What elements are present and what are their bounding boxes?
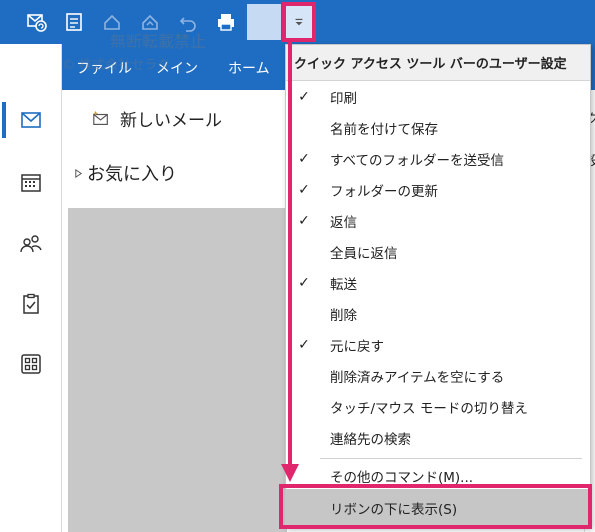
checkmark-icon: ✓ [298,150,310,167]
calendar-icon[interactable] [0,154,62,210]
people-icon[interactable] [0,216,62,272]
favorites-label: お気に入り [87,164,177,185]
new-mail-button[interactable]: 新しいメール [92,106,222,131]
chevron-down-icon [295,18,303,26]
tasks-icon[interactable] [0,276,62,332]
favorites-header[interactable]: お気に入り [74,160,177,186]
undo-icon[interactable] [172,6,204,38]
customize-quick-access-menu: クイック アクセス ツール バーのユーザー設定 ✓ 印刷 名前を付けて保存 ✓ すべ… [285,44,591,528]
annotation-arrow-head [281,464,299,482]
apps-icon[interactable] [0,336,62,392]
new-mail-icon [92,110,108,125]
menu-item-send-receive-all[interactable]: ✓ すべてのフォルダーを送受信 [286,143,590,174]
menu-item-label: その他のコマンド(M)... [330,469,474,486]
tab-main[interactable]: メイン [156,58,198,78]
menu-item-label: 連絡先の検索 [330,431,411,448]
checkmark-icon: ✓ [298,274,310,291]
tab-file[interactable]: ファイル [76,58,132,78]
menu-header: クイック アクセス ツール バーのユーザー設定 [286,45,590,81]
new-mail-label: 新しいメール [120,111,222,131]
reply-all-icon[interactable] [134,6,166,38]
reply-icon[interactable] [96,6,128,38]
quick-access-toolbar [0,0,595,44]
menu-item-label: すべてのフォルダーを送受信 [330,152,505,169]
navigation-bar [0,44,62,532]
menu-item-label: 削除 [330,307,357,324]
separator-icon[interactable] [247,4,281,40]
send-receive-all-icon[interactable] [20,6,52,38]
customize-quick-access-button[interactable] [282,2,316,42]
menu-item-reply[interactable]: ✓ 返信 [286,205,590,236]
menu-item-save-as[interactable]: 名前を付けて保存 [286,112,590,143]
menu-item-delete[interactable]: 削除 [286,298,590,329]
expand-triangle-icon [75,168,83,178]
folder-pane: 新しいメール お気に入り [62,90,287,532]
tab-home[interactable]: ホーム [228,58,270,78]
menu-item-label: 名前を付けて保存 [330,121,438,138]
menu-item-reply-all[interactable]: 全員に返信 [286,236,590,267]
menu-item-label: 全員に返信 [330,245,398,262]
menu-item-print[interactable]: ✓ 印刷 [286,81,590,112]
menu-item-label: 返信 [330,214,357,231]
menu-item-touch-mouse-mode[interactable]: タッチ/マウス モードの切り替え [286,391,590,422]
menu-item-search-contacts[interactable]: 連絡先の検索 [286,422,590,453]
checkmark-icon: ✓ [298,212,310,229]
menu-item-undo[interactable]: ✓ 元に戻す [286,329,590,360]
menu-item-empty-deleted[interactable]: 削除済みアイテムを空にする [286,360,590,391]
update-folder-icon[interactable] [58,6,90,38]
menu-item-label: 印刷 [330,90,357,107]
menu-item-label: 削除済みアイテムを空にする [330,369,505,386]
menu-separator [320,458,582,459]
menu-item-label: 元に戻す [330,338,384,355]
annotation-highlight-box [279,484,592,529]
menu-item-forward[interactable]: ✓ 転送 [286,267,590,298]
mail-icon[interactable] [0,92,62,148]
annotation-arrow-line [288,42,292,468]
checkmark-icon: ✓ [298,88,310,105]
print-icon[interactable] [210,6,242,38]
menu-item-label: フォルダーの更新 [330,183,438,200]
folder-list-area [68,208,287,532]
checkmark-icon: ✓ [298,336,310,353]
menu-item-label: タッチ/マウス モードの切り替え [330,400,528,417]
menu-item-label: 転送 [330,276,357,293]
menu-item-update-folder[interactable]: ✓ フォルダーの更新 [286,174,590,205]
checkmark-icon: ✓ [298,181,310,198]
